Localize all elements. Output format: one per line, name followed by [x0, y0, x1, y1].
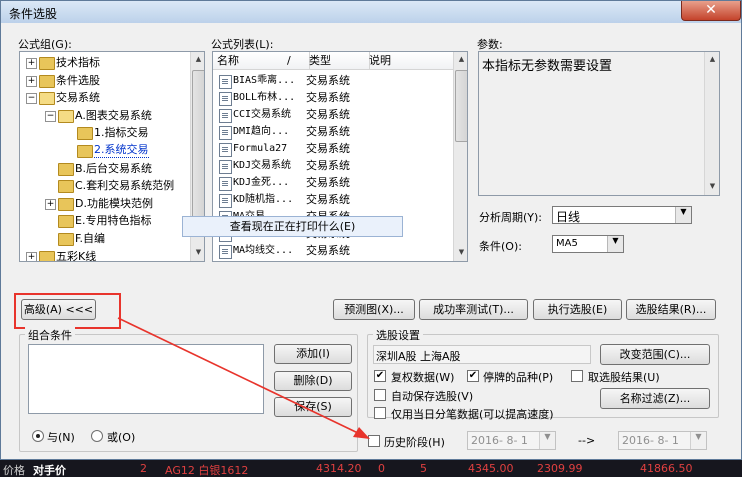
annotation-arrow	[117, 317, 370, 439]
background-quote-strip: 价格 对手价 2 AG12 白银1612 4314.20 0 5 4345.00…	[0, 460, 742, 477]
